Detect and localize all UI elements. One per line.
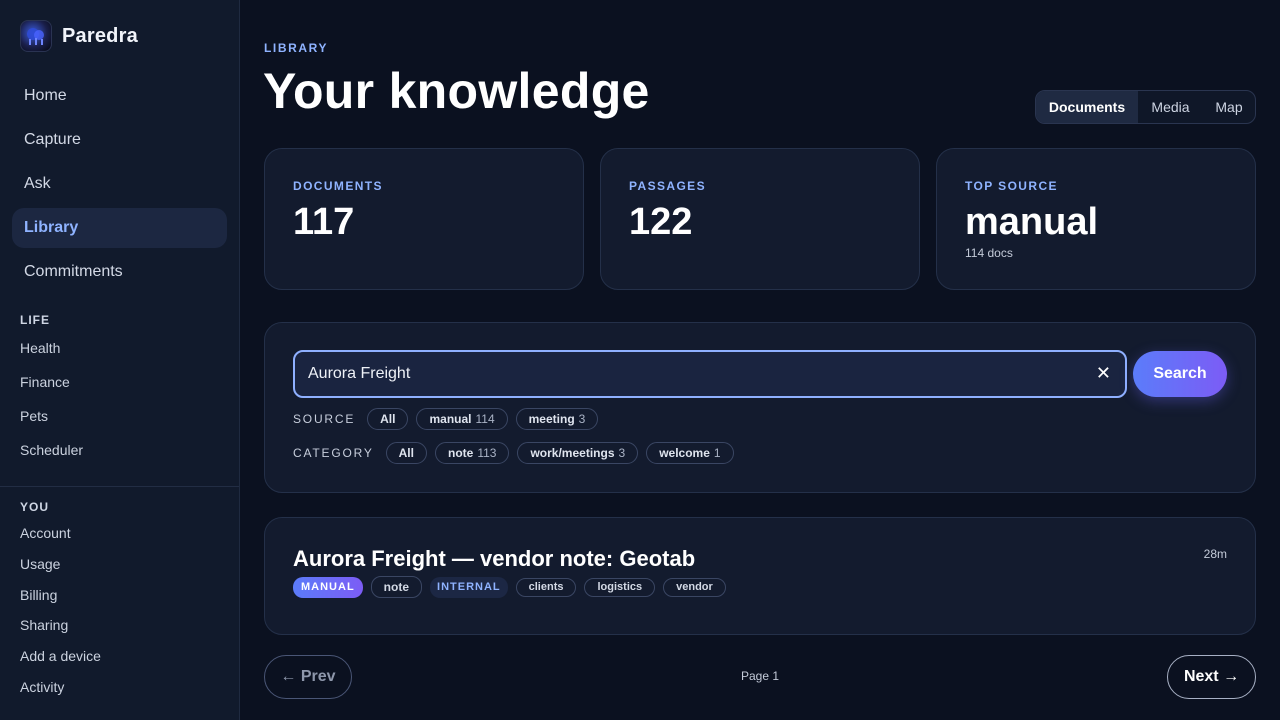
nav-item-ask[interactable]: Ask bbox=[12, 164, 227, 204]
page-indicator: Page 1 bbox=[741, 669, 780, 683]
view-tab-map[interactable]: Map bbox=[1203, 91, 1255, 123]
brand-logo-icon bbox=[20, 20, 52, 52]
sidebar-item-account[interactable]: Account bbox=[20, 525, 71, 541]
nav-item-commitments[interactable]: Commitments bbox=[12, 252, 227, 292]
source-chip-meeting[interactable]: meeting 3 bbox=[515, 408, 599, 430]
sidebar-item-scheduler[interactable]: Scheduler bbox=[20, 442, 83, 458]
chip-count: 3 bbox=[618, 446, 626, 460]
result-title[interactable]: Aurora Freight — vendor note: Geotab bbox=[293, 546, 695, 572]
sidebar-item-pets[interactable]: Pets bbox=[20, 408, 48, 424]
close-icon[interactable]: ✕ bbox=[1096, 363, 1111, 384]
sidebar-item-billing[interactable]: Billing bbox=[20, 587, 57, 603]
source-chip-manual[interactable]: manual 114 bbox=[416, 408, 508, 430]
page-eyebrow: LIBRARY bbox=[264, 41, 329, 55]
tag-source: MANUAL bbox=[293, 576, 363, 598]
sidebar-item-add-device[interactable]: Add a device bbox=[20, 648, 101, 664]
category-filter-row: CATEGORY All note 113 work/meetings 3 welc… bbox=[293, 442, 742, 464]
prev-page-button[interactable]: ← Prev bbox=[264, 655, 352, 699]
chip-name: meeting bbox=[528, 412, 575, 426]
search-panel: Aurora Freight ✕ Search SOURCE All manua… bbox=[264, 322, 1256, 493]
view-tab-documents[interactable]: Documents bbox=[1036, 91, 1138, 123]
stat-label: TOP SOURCE bbox=[965, 179, 1058, 193]
stat-card-passages: PASSAGES 122 bbox=[600, 148, 920, 290]
stat-label: DOCUMENTS bbox=[293, 179, 383, 193]
chip-name: note bbox=[447, 446, 474, 460]
sidebar-item-usage[interactable]: Usage bbox=[20, 556, 60, 572]
category-chip-all[interactable]: All bbox=[385, 442, 427, 464]
category-chip-note[interactable]: note 113 bbox=[434, 442, 510, 464]
chip-count: 1 bbox=[713, 446, 721, 460]
stat-value: manual bbox=[965, 201, 1099, 243]
brand[interactable]: Paredra bbox=[20, 20, 138, 52]
tag-label: clients bbox=[515, 577, 577, 597]
source-chip-all[interactable]: All bbox=[367, 408, 409, 430]
sidebar-item-sharing[interactable]: Sharing bbox=[20, 617, 68, 633]
sidebar: Paredra Home Capture Ask Library Commitm… bbox=[0, 0, 240, 720]
chip-count: 114 bbox=[475, 412, 495, 426]
tag-category: note bbox=[370, 576, 423, 598]
filter-label-source: SOURCE bbox=[293, 412, 356, 426]
chip-name: All bbox=[398, 446, 414, 460]
tag-label: vendor bbox=[663, 577, 726, 597]
result-timestamp: 28m bbox=[1203, 547, 1227, 561]
section-label-life: LIFE bbox=[20, 313, 50, 327]
stat-subtext: 114 docs bbox=[965, 246, 1013, 260]
result-card[interactable]: Aurora Freight — vendor note: Geotab 28m… bbox=[264, 517, 1256, 635]
view-tab-media[interactable]: Media bbox=[1138, 91, 1203, 123]
chip-name: All bbox=[380, 412, 396, 426]
brand-name: Paredra bbox=[62, 24, 138, 47]
stat-value: 122 bbox=[629, 201, 693, 243]
page-title: Your knowledge bbox=[263, 63, 650, 119]
category-chip-work-meetings[interactable]: work/meetings 3 bbox=[517, 442, 639, 464]
stat-card-documents: DOCUMENTS 117 bbox=[264, 148, 584, 290]
result-tags: MANUAL note INTERNAL clients logistics v… bbox=[293, 576, 734, 598]
stat-value: 117 bbox=[293, 201, 355, 243]
chip-name: work/meetings bbox=[530, 446, 615, 460]
filter-label-category: CATEGORY bbox=[293, 446, 374, 460]
tag-visibility: INTERNAL bbox=[430, 576, 508, 598]
nav-item-capture[interactable]: Capture bbox=[12, 120, 227, 160]
sidebar-item-finance[interactable]: Finance bbox=[20, 374, 70, 390]
nav-item-home[interactable]: Home bbox=[12, 76, 227, 116]
chip-count: 113 bbox=[477, 446, 497, 460]
next-page-button[interactable]: Next → bbox=[1167, 655, 1256, 699]
chip-name: manual bbox=[429, 412, 472, 426]
search-button[interactable]: Search bbox=[1133, 351, 1227, 397]
chip-name: welcome bbox=[659, 446, 710, 460]
search-input-value: Aurora Freight bbox=[308, 365, 411, 382]
nav-item-library[interactable]: Library bbox=[12, 208, 227, 248]
sidebar-divider bbox=[0, 486, 239, 487]
stat-card-top-source: TOP SOURCE manual 114 docs bbox=[936, 148, 1256, 290]
sidebar-item-health[interactable]: Health bbox=[20, 340, 60, 356]
view-switcher: Documents Media Map bbox=[1035, 90, 1256, 124]
stat-label: PASSAGES bbox=[629, 179, 706, 193]
chip-count: 3 bbox=[578, 412, 586, 426]
section-label-you: YOU bbox=[20, 500, 50, 514]
source-filter-row: SOURCE All manual 114 meeting 3 bbox=[293, 408, 606, 430]
sidebar-item-activity[interactable]: Activity bbox=[20, 679, 64, 695]
category-chip-welcome[interactable]: welcome 1 bbox=[646, 442, 734, 464]
tag-label: logistics bbox=[584, 577, 656, 597]
search-input[interactable]: Aurora Freight ✕ bbox=[293, 350, 1127, 398]
